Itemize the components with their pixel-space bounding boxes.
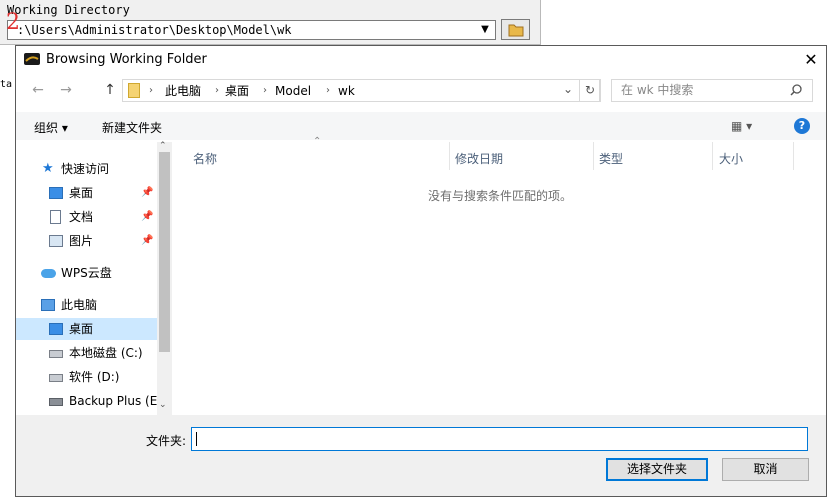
- chevron-down-icon[interactable]: ▼: [476, 22, 494, 38]
- annotation-marker: 2: [6, 10, 20, 35]
- nav-drive-d[interactable]: 软件 (D:): [16, 366, 156, 388]
- command-bar: 组织 ▾ 新建文件夹 ▦ ▾ ?: [16, 112, 826, 140]
- breadcrumb-desktop[interactable]: 桌面: [225, 83, 249, 99]
- app-icon: [24, 53, 40, 65]
- drive-icon: [49, 350, 63, 358]
- search-icon: [790, 80, 802, 107]
- nav-pictures[interactable]: 图片 📌: [16, 230, 156, 252]
- drive-icon: [49, 398, 63, 406]
- chevron-up-icon[interactable]: ⌃: [159, 141, 167, 151]
- folder-input[interactable]: [191, 427, 808, 451]
- sort-indicator-icon: ⌃: [313, 136, 322, 147]
- desktop-icon: [49, 323, 63, 335]
- search-placeholder: 在 wk 中搜索: [621, 83, 694, 97]
- pin-icon: 📌: [141, 211, 154, 222]
- browse-folder-dialog: Browsing Working Folder ✕ ← → ↑ › 此电脑 › …: [15, 45, 827, 497]
- pin-icon: 📌: [141, 235, 154, 246]
- navigation-bar: ← → ↑ › 此电脑 › 桌面 › Model › wk ⌄ ↻ 在 wk 中…: [16, 76, 826, 108]
- search-input[interactable]: 在 wk 中搜索: [611, 79, 813, 102]
- nav-this-pc[interactable]: 此电脑: [16, 294, 156, 316]
- file-list: ⌃ 名称 修改日期 类型 大小 没有与搜索条件匹配的项。: [173, 136, 826, 415]
- column-header-modified[interactable]: 修改日期: [455, 148, 503, 170]
- nav-drive-c[interactable]: 本地磁盘 (C:): [16, 342, 156, 364]
- view-options-icon[interactable]: ▦ ▾: [731, 119, 752, 133]
- cloud-icon: [41, 269, 56, 278]
- back-icon[interactable]: ←: [28, 80, 48, 100]
- working-directory-field[interactable]: :\Users\Administrator\Desktop\Model\wk: [7, 20, 496, 40]
- star-icon: ★: [42, 161, 54, 176]
- nav-desktop-selected[interactable]: 桌面: [16, 318, 157, 340]
- nav-quick-access[interactable]: ★ 快速访问: [16, 158, 156, 180]
- chevron-down-icon[interactable]: ⌄: [563, 82, 573, 96]
- column-header-type[interactable]: 类型: [599, 148, 623, 170]
- nav-documents[interactable]: 文档 📌: [16, 206, 156, 228]
- computer-icon: [41, 299, 55, 311]
- address-bar[interactable]: › 此电脑 › 桌面 › Model › wk ⌄: [122, 79, 600, 102]
- up-icon[interactable]: ↑: [100, 80, 120, 100]
- empty-list-message: 没有与搜索条件匹配的项。: [428, 189, 573, 203]
- folder-label: 文件夹:: [146, 434, 187, 448]
- working-directory-label: Working Directory: [7, 3, 130, 17]
- breadcrumb-model[interactable]: Model: [275, 83, 311, 99]
- scrollbar-thumb[interactable]: [159, 152, 170, 352]
- dialog-footer: 文件夹: 选择文件夹 取消: [16, 415, 826, 496]
- select-folder-button[interactable]: 选择文件夹: [606, 458, 708, 481]
- column-header-name[interactable]: 名称: [193, 148, 217, 170]
- forward-icon[interactable]: →: [56, 80, 76, 100]
- text-caret: [196, 432, 197, 446]
- navigation-pane: ★ 快速访问 桌面 📌 文档 📌 图片 📌 WPS云盘 此电脑 桌面 本地磁盘 …: [16, 142, 172, 415]
- browse-folder-button[interactable]: [501, 19, 530, 40]
- cancel-button[interactable]: 取消: [722, 458, 809, 481]
- organize-menu[interactable]: 组织 ▾: [34, 119, 68, 136]
- breadcrumb-this-pc[interactable]: 此电脑: [165, 83, 201, 99]
- nav-desktop-pinned[interactable]: 桌面 📌: [16, 182, 156, 204]
- pin-icon: 📌: [141, 187, 154, 198]
- dialog-title: Browsing Working Folder: [46, 52, 207, 67]
- refresh-icon[interactable]: ↻: [579, 79, 601, 102]
- column-header-size[interactable]: 大小: [719, 148, 743, 170]
- nav-scrollbar[interactable]: ⌃ ⌄: [157, 141, 172, 415]
- drive-icon: [49, 374, 63, 382]
- chevron-down-icon[interactable]: ⌄: [159, 400, 167, 410]
- folder-open-icon: [508, 24, 524, 37]
- title-bar[interactable]: Browsing Working Folder ✕: [16, 46, 826, 74]
- pictures-icon: [49, 235, 63, 247]
- breadcrumb-wk[interactable]: wk: [338, 83, 355, 99]
- background-app-panel: Working Directory :\Users\Administrator\…: [0, 0, 541, 45]
- new-folder-button[interactable]: 新建文件夹: [102, 119, 162, 136]
- nav-wps-cloud[interactable]: WPS云盘: [16, 262, 156, 284]
- folder-icon: [128, 83, 140, 98]
- nav-backup-drive[interactable]: Backup Plus (E: [16, 390, 157, 412]
- background-side-text: ta: [0, 74, 16, 96]
- desktop-icon: [49, 187, 63, 199]
- close-icon[interactable]: ✕: [800, 49, 822, 71]
- help-icon[interactable]: ?: [794, 118, 810, 134]
- document-icon: [50, 210, 61, 224]
